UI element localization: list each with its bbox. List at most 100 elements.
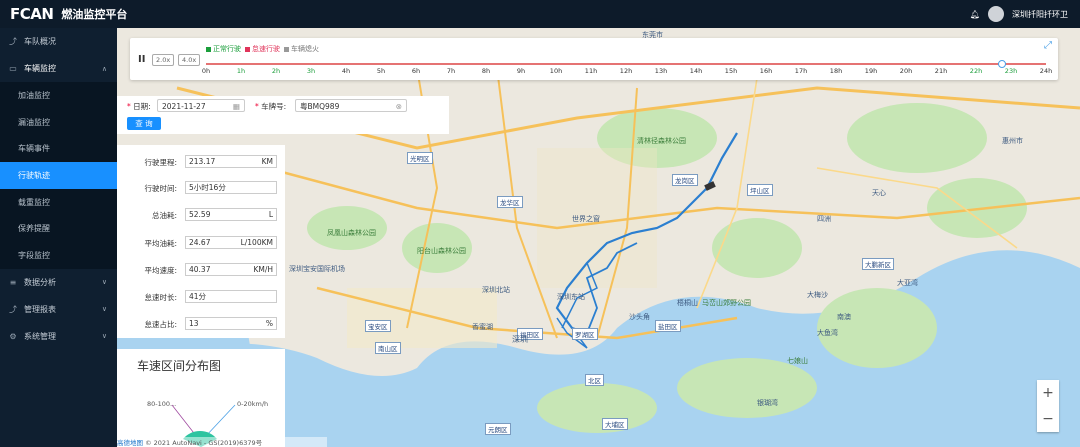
sidebar: ⤴ 车队概况 ▭ 车辆监控 ∧ 加油监控 漏油监控 车辆事件 行驶轨迹 载重监控… — [0, 28, 117, 447]
timeline-tick: 1h — [236, 67, 246, 75]
park-label: 马峦山郊野公园 — [702, 299, 751, 307]
timeline-tick: 12h — [619, 67, 633, 75]
district-label: 元朗区 — [485, 423, 511, 435]
plate-label: * 车牌号: — [255, 102, 287, 111]
timeline-tick: 13h — [654, 67, 668, 75]
stat-value: 13% — [185, 317, 277, 330]
sidebar-item-refuel-monitor[interactable]: 加油监控 — [0, 82, 117, 109]
poi-label: 梧桐山 — [677, 299, 698, 307]
gear-icon: ⚙ — [9, 331, 17, 341]
report-icon: ⤴ — [9, 304, 17, 314]
station-label: 深圳东站 — [557, 293, 585, 301]
sidebar-item-vehicle-events[interactable]: 车辆事件 — [0, 135, 117, 162]
speed-4x-button[interactable]: 4.0x — [178, 54, 201, 66]
sidebar-item-leak-monitor[interactable]: 漏油监控 — [0, 109, 117, 136]
calendar-icon: ▦ — [232, 102, 240, 111]
timeline-tick: 18h — [829, 67, 843, 75]
timeline-handle[interactable] — [998, 60, 1006, 68]
sidebar-item-vehicle-monitor[interactable]: ▭ 车辆监控 ∧ — [0, 55, 117, 82]
logo-mark: FCAN — [10, 5, 54, 23]
timeline-tick: 6h — [411, 67, 421, 75]
timeline-tick: 21h — [934, 67, 948, 75]
stat-row-avg-speed: 平均速度: 40.37 KM/H — [117, 263, 285, 277]
query-button[interactable]: 查 询 — [127, 117, 161, 130]
clear-icon[interactable]: ⊗ — [396, 100, 402, 113]
timeline-tick: 15h — [724, 67, 738, 75]
timeline-legend: 正常行驶 怠速行驶 车辆熄火 — [206, 44, 319, 54]
stat-row-avg-fuel: 平均油耗: 24.67 L/100KM — [117, 236, 285, 250]
sidebar-item-driving-track[interactable]: 行驶轨迹 — [0, 162, 117, 189]
park-label: 凤凰山森林公园 — [327, 229, 376, 237]
timeline-tick: 24h — [1039, 67, 1053, 75]
stat-row-idle-ratio: 怠速占比: 13% — [117, 317, 285, 331]
date-input[interactable]: 2021-11-27 ▦ — [157, 99, 245, 112]
sidebar-item-label: 数据分析 — [24, 277, 56, 287]
legend-idle: 怠速行驶 — [245, 44, 280, 54]
district-label: 盐田区 — [655, 320, 681, 332]
station-label: 深圳北站 — [482, 286, 510, 294]
logo: FCAN 燃油监控平台 — [10, 5, 127, 23]
map-copyright: 高德地图 © 2021 AutoNavi - GS(2019)6379号 — [117, 437, 327, 447]
trip-stats-panel: 行驶里程: 213.17 KM 行驶时间: 5小时16分 总油耗: 52.59 L … — [117, 145, 285, 338]
chevron-up-icon: ∧ — [101, 64, 107, 73]
sidebar-item-label: 车队概况 — [24, 37, 56, 46]
date-label: * 日期: — [127, 102, 151, 111]
sidebar-item-field-monitor[interactable]: 字段监控 — [0, 242, 117, 269]
sidebar-item-data-analysis[interactable]: ≡ 数据分析 ∨ — [0, 269, 117, 296]
sidebar-item-reports[interactable]: ⤴ 管理报表 ∨ — [0, 296, 117, 323]
park-label: 七娘山 — [787, 357, 808, 365]
bell-icon[interactable]: 🔔︎ — [970, 10, 980, 19]
timeline-tick: 10h — [549, 67, 563, 75]
submenu-vehicle-monitor: 加油监控 漏油监控 车辆事件 行驶轨迹 载重监控 保养提醒 字段监控 — [0, 82, 117, 269]
stat-value: 41分 — [185, 290, 277, 303]
timeline-tick: 11h — [584, 67, 598, 75]
zoom-in-button[interactable]: + — [1037, 380, 1059, 406]
sidebar-item-load-monitor[interactable]: 载重监控 — [0, 189, 117, 216]
sidebar-item-system[interactable]: ⚙ 系统管理 ∨ — [0, 323, 117, 350]
timeline-tick: 23h — [1004, 67, 1018, 75]
park-label: 清林径森林公园 — [637, 137, 686, 145]
district-label: 龙岗区 — [672, 174, 698, 186]
chevron-down-icon: ∨ — [101, 305, 107, 314]
query-panel: * 日期: 2021-11-27 ▦ * 车牌号: 粤BMQ989 ⊗ 查 询 — [117, 96, 449, 134]
poi-label: 沙头角 — [629, 313, 650, 321]
plate-input[interactable]: 粤BMQ989 ⊗ — [295, 99, 407, 112]
sidebar-item-fleet-overview[interactable]: ⤴ 车队概况 — [0, 28, 117, 55]
user-name[interactable]: 深圳扦阳扦环卫 — [1012, 9, 1068, 20]
timeline-tick: 4h — [341, 67, 351, 75]
poi-label: 银瑚湾 — [757, 399, 778, 407]
timeline-tick: 16h — [759, 67, 773, 75]
poi-label: 香蜜湖 — [472, 323, 493, 331]
timeline-tick: 3h — [306, 67, 316, 75]
stat-value: 40.37 KM/H — [185, 263, 277, 276]
pause-button[interactable]: II — [138, 54, 145, 65]
district-label: 大埔区 — [602, 418, 628, 430]
district-label: 罗湖区 — [572, 328, 598, 340]
fullscreen-icon[interactable]: ⤢ — [1044, 40, 1052, 51]
legend-normal: 正常行驶 — [206, 44, 241, 54]
district-label: 光明区 — [407, 152, 433, 164]
avatar[interactable] — [988, 6, 1004, 22]
bar-chart-icon: ≡ — [9, 277, 17, 287]
zoom-out-button[interactable]: − — [1037, 406, 1059, 432]
timeline-tick: 17h — [794, 67, 808, 75]
timeline-tick: 20h — [899, 67, 913, 75]
app-title: 燃油监控平台 — [61, 8, 128, 21]
timeline-tick: 19h — [864, 67, 878, 75]
provider-logo: 高德地图 — [117, 439, 143, 447]
district-label: 坪山区 — [747, 184, 773, 196]
playback-timeline: II 2.0x 4.0x 正常行驶 怠速行驶 车辆熄火 0h 1h 2h 3h 4h 5h… — [130, 38, 1058, 80]
district-label: 宝安区 — [365, 320, 391, 332]
poi-label: 四洲 — [817, 215, 831, 223]
stat-row-time: 行驶时间: 5小时16分 — [117, 181, 285, 195]
car-icon: ▭ — [9, 64, 17, 73]
district-label: 大鹏新区 — [862, 258, 894, 270]
sidebar-item-maintenance[interactable]: 保养提醒 — [0, 215, 117, 242]
park-label: 阳台山森林公园 — [417, 247, 466, 255]
stat-row-mileage: 行驶里程: 213.17 KM — [117, 155, 285, 169]
pie-chart — [171, 404, 236, 447]
speed-2x-button[interactable]: 2.0x — [152, 54, 175, 66]
poi-label: 大鱼湾 — [817, 329, 838, 337]
stat-row-fuel: 总油耗: 52.59 L — [117, 208, 285, 222]
timeline-track[interactable] — [206, 63, 1046, 65]
